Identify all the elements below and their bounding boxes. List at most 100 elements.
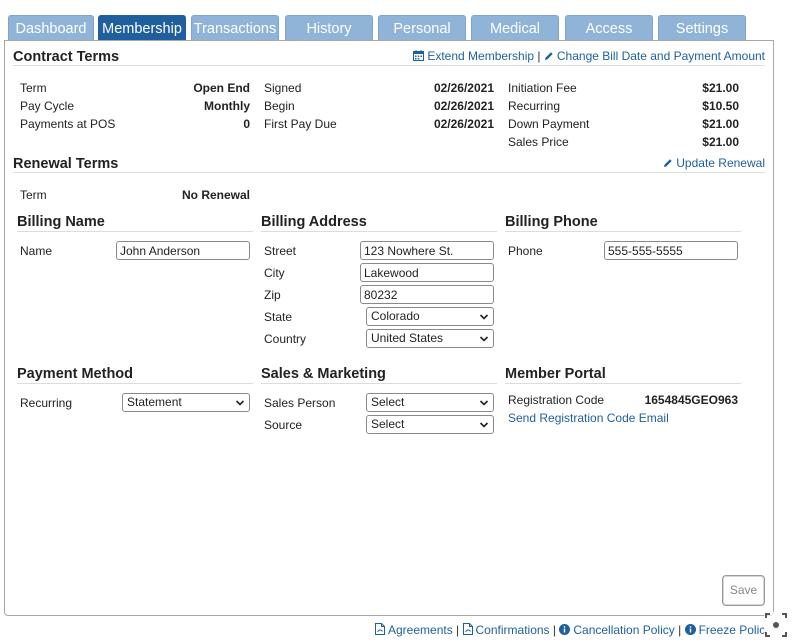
first-pay-due-label: First Pay Due [264,117,337,131]
payments-pos-value: 0 [243,117,250,131]
country-label: Country [264,332,307,346]
billing-name-title: Billing Name [17,214,105,230]
chevron-down-icon [479,314,489,320]
screenshot-tool-icon[interactable] [762,610,790,640]
change-bill-date-label: Change Bill Date and Payment Amount [556,49,765,63]
footer-separator: | [678,623,682,637]
term-label: Term [20,81,47,95]
pay-cycle-label: Pay Cycle [20,99,75,113]
extend-membership-link[interactable]: Extend Membership [413,49,537,63]
begin-value: 02/26/2021 [433,99,494,113]
renewal-terms-title: Renewal Terms [13,156,119,172]
save-button[interactable]: Save [722,575,765,606]
begin-label: Begin [264,99,295,113]
sales-person-label: Sales Person [264,396,336,410]
payment-recurring-value: Statement [127,395,182,409]
divider [505,231,741,232]
street-label: Street [264,244,297,258]
pay-cycle-value: Monthly [204,99,250,113]
chevron-down-icon [479,400,489,406]
sales-person-select[interactable]: Select [366,393,494,412]
sales-price-value: $21.00 [702,135,739,149]
tab-dashboard[interactable]: Dashboard [8,15,94,41]
divider [505,383,741,384]
tab-history[interactable]: History [285,15,373,41]
recurring-value: $10.50 [702,99,739,113]
city-input[interactable] [360,263,494,282]
membership-panel: Contract Terms Extend Membership | Chang… [4,40,774,616]
member-portal-title: Member Portal [505,366,606,382]
payment-recurring-select[interactable]: Statement [122,393,250,412]
agreements-label: Agreements [388,623,453,637]
info-icon [559,624,571,635]
freeze-policy-label: Freeze Polic [698,623,766,637]
contract-terms-title: Contract Terms [13,49,120,65]
pdf-file-icon [375,623,385,635]
down-payment-value: $21.00 [702,117,739,131]
divider [13,172,765,173]
pencil-icon [664,159,672,167]
calendar-icon [413,50,425,61]
source-value: Select [371,417,405,431]
link-separator: | [537,49,541,63]
pencil-icon [544,52,553,60]
tab-transactions[interactable]: Transactions [191,15,279,41]
term-value: Open End [193,81,250,95]
agreements-link[interactable]: Agreements [375,623,456,637]
country-select[interactable]: United States [366,329,494,348]
confirmations-label: Confirmations [475,623,550,637]
divider [13,65,765,66]
footer-links: Agreements | Confirmations | Cancellatio… [375,623,765,637]
tab-personal[interactable]: Personal [378,15,466,41]
registration-code-value: 1654845GEO963 [644,393,738,407]
chevron-down-icon [479,422,489,428]
state-label: State [264,310,293,324]
chevron-down-icon [235,400,245,406]
sales-marketing-title: Sales & Marketing [261,366,386,382]
update-renewal-label: Update Renewal [676,156,765,170]
zip-label: Zip [264,288,281,302]
payment-recurring-label: Recurring [20,396,73,410]
phone-input[interactable] [604,241,738,260]
source-label: Source [264,418,303,432]
pdf-file-icon [462,623,473,635]
first-pay-due-value: 02/26/2021 [433,117,494,131]
name-label: Name [20,244,53,258]
extend-membership-label: Extend Membership [427,49,535,63]
payment-method-title: Payment Method [17,366,134,382]
chevron-down-icon [479,336,489,342]
state-select[interactable]: Colorado [366,307,494,326]
state-select-value: Colorado [371,309,420,323]
phone-label: Phone [508,244,543,258]
sales-person-value: Select [371,395,405,409]
update-renewal-link[interactable]: Update Renewal [663,156,765,170]
payments-pos-label: Payments at POS [20,117,116,131]
tab-settings[interactable]: Settings [658,15,746,41]
cancellation-policy-link[interactable]: Cancellation Policy [559,623,678,637]
contract-links: Extend Membership | Change Bill Date and… [413,49,765,63]
change-bill-date-link[interactable]: Change Bill Date and Payment Amount [544,49,765,63]
confirmations-link[interactable]: Confirmations [462,623,553,637]
renewal-term-value: No Renewal [181,188,250,202]
country-select-value: United States [371,331,444,345]
signed-value: 02/26/2021 [433,81,494,95]
divider [17,383,253,384]
tab-access[interactable]: Access [565,15,653,41]
name-input[interactable] [116,241,250,260]
send-registration-email-link[interactable]: Send Registration Code Email [508,411,669,425]
recurring-label: Recurring [508,99,561,113]
info-icon [684,624,696,635]
billing-phone-title: Billing Phone [505,214,598,230]
source-select[interactable]: Select [366,415,494,434]
tab-medical[interactable]: Medical [471,15,559,41]
initiation-fee-value: $21.00 [702,81,739,95]
freeze-policy-link[interactable]: Freeze Polic [684,623,766,637]
signed-label: Signed [264,81,302,95]
divider [261,383,497,384]
down-payment-label: Down Payment [508,117,590,131]
street-input[interactable] [360,241,494,260]
tab-membership[interactable]: Membership [98,15,186,41]
billing-address-title: Billing Address [261,214,367,230]
divider [261,231,497,232]
zip-input[interactable] [360,285,494,304]
